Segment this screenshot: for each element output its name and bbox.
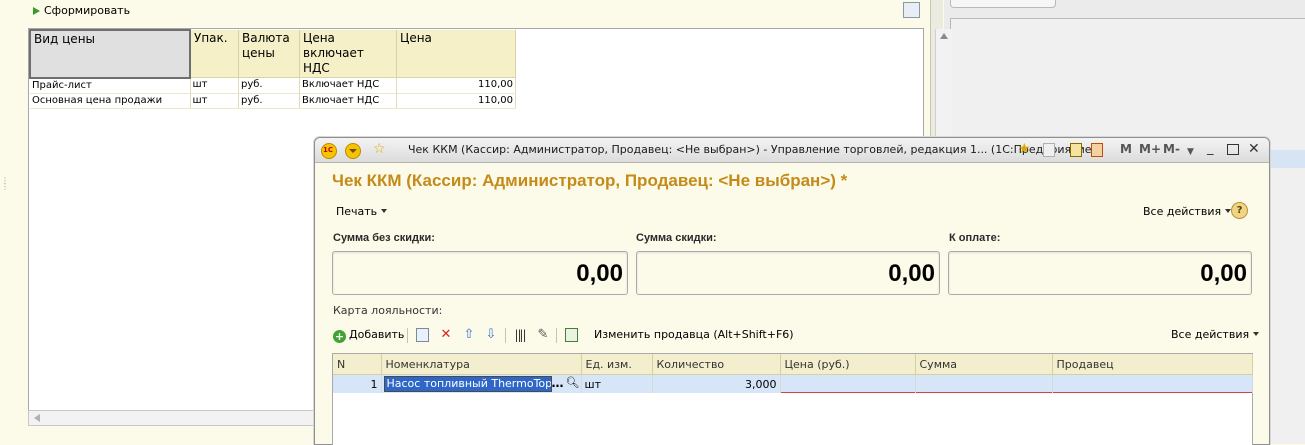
background-right-row[interactable] — [1268, 150, 1305, 168]
dropdown-arrow-icon — [1253, 332, 1260, 336]
row-number: 1 — [333, 374, 382, 393]
column-header-seller[interactable]: Продавец — [1052, 354, 1253, 375]
maximize-icon[interactable] — [1227, 144, 1239, 155]
play-icon — [33, 6, 40, 15]
table-row[interactable]: 1 Насос топливный ThermoTop 12 … 🔍︎ шт 3… — [333, 374, 1253, 393]
background-right-tab[interactable] — [950, 0, 1056, 8]
print-menu-label: Печать — [336, 205, 378, 218]
left-splitter-grip[interactable]: ⋮ ⋮ — [1, 177, 9, 198]
search-icon[interactable]: 🔍︎ — [566, 375, 580, 391]
minimize-icon[interactable]: _ — [1207, 141, 1214, 157]
to-pay-field: 0,00 — [948, 251, 1252, 295]
move-down-icon[interactable]: ⇩ — [484, 328, 498, 342]
print-menu-button[interactable]: Печать — [336, 205, 388, 218]
column-header-price[interactable]: Цена (руб.) — [780, 354, 916, 375]
all-actions-label: Все действия — [1143, 205, 1222, 218]
table-cell: Основная цена продажи — [30, 93, 191, 109]
grid-all-actions-label: Все действия — [1171, 328, 1250, 341]
all-actions-button[interactable]: Все действия — [1143, 205, 1232, 218]
column-header-unit[interactable]: Ед. изм. — [581, 354, 653, 375]
column-header[interactable]: Упак. — [190, 30, 239, 78]
calculator-icon[interactable] — [1070, 143, 1082, 157]
column-header[interactable]: Вид цены — [29, 29, 191, 79]
dialog-titlebar[interactable]: 1С ☆ Чек ККМ (Кассир: Администратор, Про… — [315, 138, 1269, 163]
add-favorite-icon[interactable]: ★ — [1018, 141, 1031, 157]
column-header[interactable]: Цена — [396, 30, 516, 78]
help-icon[interactable]: ? — [1231, 202, 1248, 219]
generate-button[interactable]: Сформировать — [33, 3, 130, 18]
toolbar-divider — [505, 328, 506, 343]
window-menu-icon[interactable] — [345, 143, 361, 159]
column-header-n[interactable]: N — [333, 354, 382, 375]
select-items-icon[interactable] — [565, 328, 578, 342]
quantity-cell[interactable]: 3,000 — [652, 374, 781, 393]
dropdown-arrow-icon — [381, 209, 388, 213]
delete-icon[interactable]: ✕ — [439, 328, 453, 342]
receipt-dialog: 1С ☆ Чек ККМ (Кассир: Администратор, Про… — [314, 137, 1270, 445]
table-cell: Включает НДС — [299, 77, 397, 94]
table-cell: 110,00 — [396, 77, 516, 94]
memory-minus-button[interactable]: M- — [1163, 141, 1180, 157]
to-pay-label: К оплате: — [949, 232, 1001, 244]
close-icon[interactable]: ✕ — [1248, 141, 1260, 157]
discount-sum-field: 0,00 — [636, 251, 940, 295]
toolbar-divider — [556, 328, 557, 343]
choose-button[interactable]: … — [552, 375, 564, 391]
favorite-star-icon[interactable]: ☆ — [373, 141, 387, 157]
add-button-label: Добавить — [349, 328, 405, 341]
sum-cell[interactable] — [915, 374, 1053, 393]
column-header-quantity[interactable]: Количество — [652, 354, 781, 375]
add-button[interactable]: + Добавить — [333, 326, 404, 344]
horizontal-scrollbar[interactable] — [28, 410, 330, 426]
column-header-sum[interactable]: Сумма — [915, 354, 1053, 375]
grid-all-actions-button[interactable]: Все действия — [1171, 326, 1260, 344]
items-toolbar: + Добавить ✕ ⇧ ⇩ |‖| ✎ Изменить продавца … — [333, 326, 1260, 346]
calendar-icon[interactable] — [1091, 143, 1103, 157]
unit-cell[interactable]: шт — [581, 374, 653, 393]
table-cell: Прайс-лист — [30, 77, 191, 94]
column-header-nomenclature[interactable]: Номенклатура — [381, 354, 582, 375]
loyalty-card-link[interactable]: Карта лояльности: — [333, 304, 442, 317]
copy-row-icon[interactable] — [416, 328, 429, 342]
column-header[interactable]: Валюта цены — [238, 30, 300, 78]
nomenclature-input[interactable]: Насос топливный ThermoTop 12 — [383, 376, 552, 392]
generate-button-label: Сформировать — [44, 4, 131, 17]
toolbar-divider — [407, 328, 408, 343]
nomenclature-cell[interactable]: Насос топливный ThermoTop 12 … 🔍︎ — [381, 374, 582, 393]
discount-sum-label: Сумма скидки: — [636, 232, 717, 244]
memory-plus-button[interactable]: M+ — [1139, 141, 1161, 157]
receipt-items-grid: N Номенклатура Ед. изм. Количество Цена … — [332, 353, 1253, 445]
table-cell: шт — [190, 93, 239, 109]
add-icon: + — [333, 330, 346, 343]
table-cell: 110,00 — [396, 93, 516, 109]
change-seller-button[interactable]: Изменить продавца (Alt+Shift+F6) — [594, 326, 794, 344]
sum-without-discount-field: 0,00 — [332, 251, 628, 295]
table-cell: руб. — [238, 93, 300, 109]
table-row[interactable]: Основная цена продажи шт руб. Включает Н… — [30, 93, 516, 109]
list-settings-icon[interactable] — [903, 2, 920, 18]
table-cell: шт — [190, 77, 239, 94]
app-logo-icon[interactable]: 1С — [321, 143, 337, 159]
table-row[interactable]: Прайс-лист шт руб. Включает НДС 110,00 — [30, 77, 516, 94]
memory-button[interactable]: M — [1120, 141, 1132, 157]
scroll-left-icon[interactable] — [34, 414, 40, 422]
sum-without-discount-label: Сумма без скидки: — [333, 232, 435, 244]
move-up-icon[interactable]: ⇧ — [462, 328, 476, 342]
price-cell[interactable] — [780, 374, 916, 393]
column-header[interactable]: Цена включает НДС — [299, 30, 397, 78]
scroll-up-icon[interactable] — [940, 33, 948, 39]
chevron-down-icon[interactable]: ▼ — [1187, 144, 1194, 160]
table-cell: Включает НДС — [299, 93, 397, 109]
page-title: Чек ККМ (Кассир: Администратор, Продавец… — [332, 171, 848, 190]
eraser-icon[interactable]: ✎ — [536, 328, 550, 342]
seller-cell[interactable] — [1052, 374, 1253, 393]
copy-link-icon[interactable] — [1043, 143, 1055, 157]
barcode-icon[interactable]: |‖| — [513, 328, 527, 342]
window-title: Чек ККМ (Кассир: Администратор, Продавец… — [408, 143, 1096, 156]
table-cell: руб. — [238, 77, 300, 94]
